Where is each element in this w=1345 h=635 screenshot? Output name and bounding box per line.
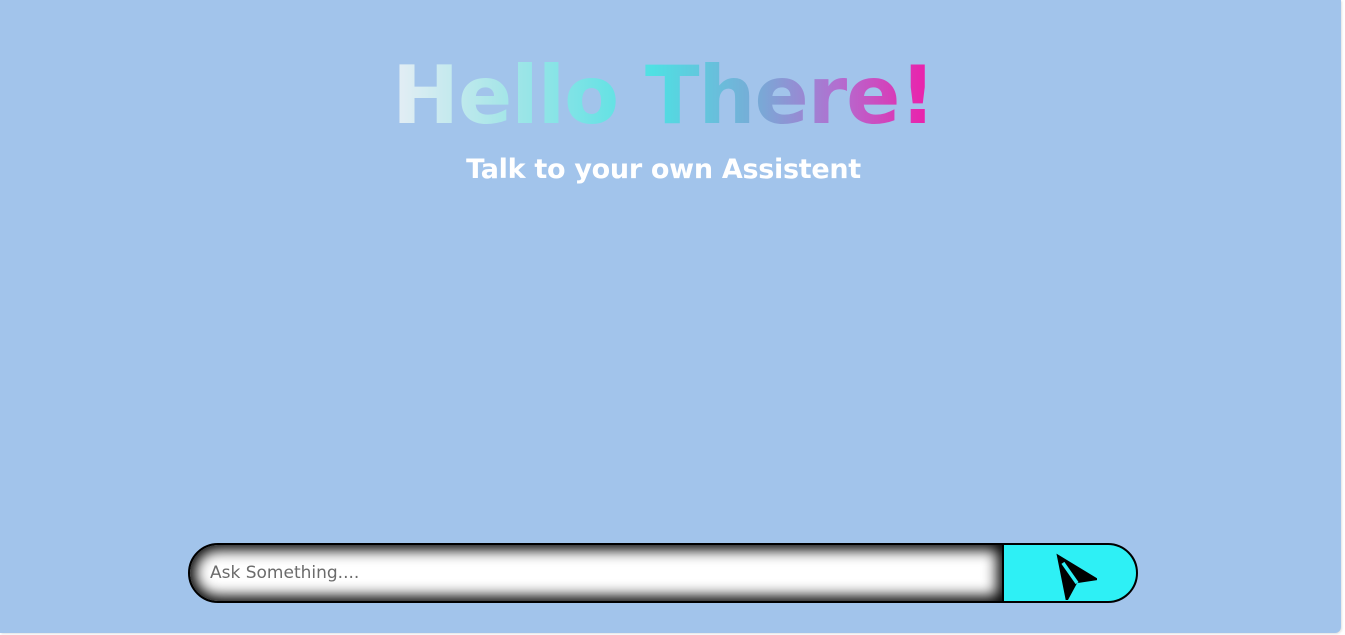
page-background: Hello There! Talk to your own Assistent bbox=[0, 0, 1341, 633]
send-button[interactable] bbox=[1002, 545, 1136, 601]
hero-section: Hello There! Talk to your own Assistent bbox=[0, 46, 1327, 185]
page-title: Hello There! bbox=[392, 46, 936, 146]
chat-input-bar bbox=[188, 543, 1138, 603]
page-subtitle: Talk to your own Assistent bbox=[466, 154, 861, 185]
chat-input[interactable] bbox=[190, 545, 1002, 601]
send-icon bbox=[1056, 553, 1097, 600]
